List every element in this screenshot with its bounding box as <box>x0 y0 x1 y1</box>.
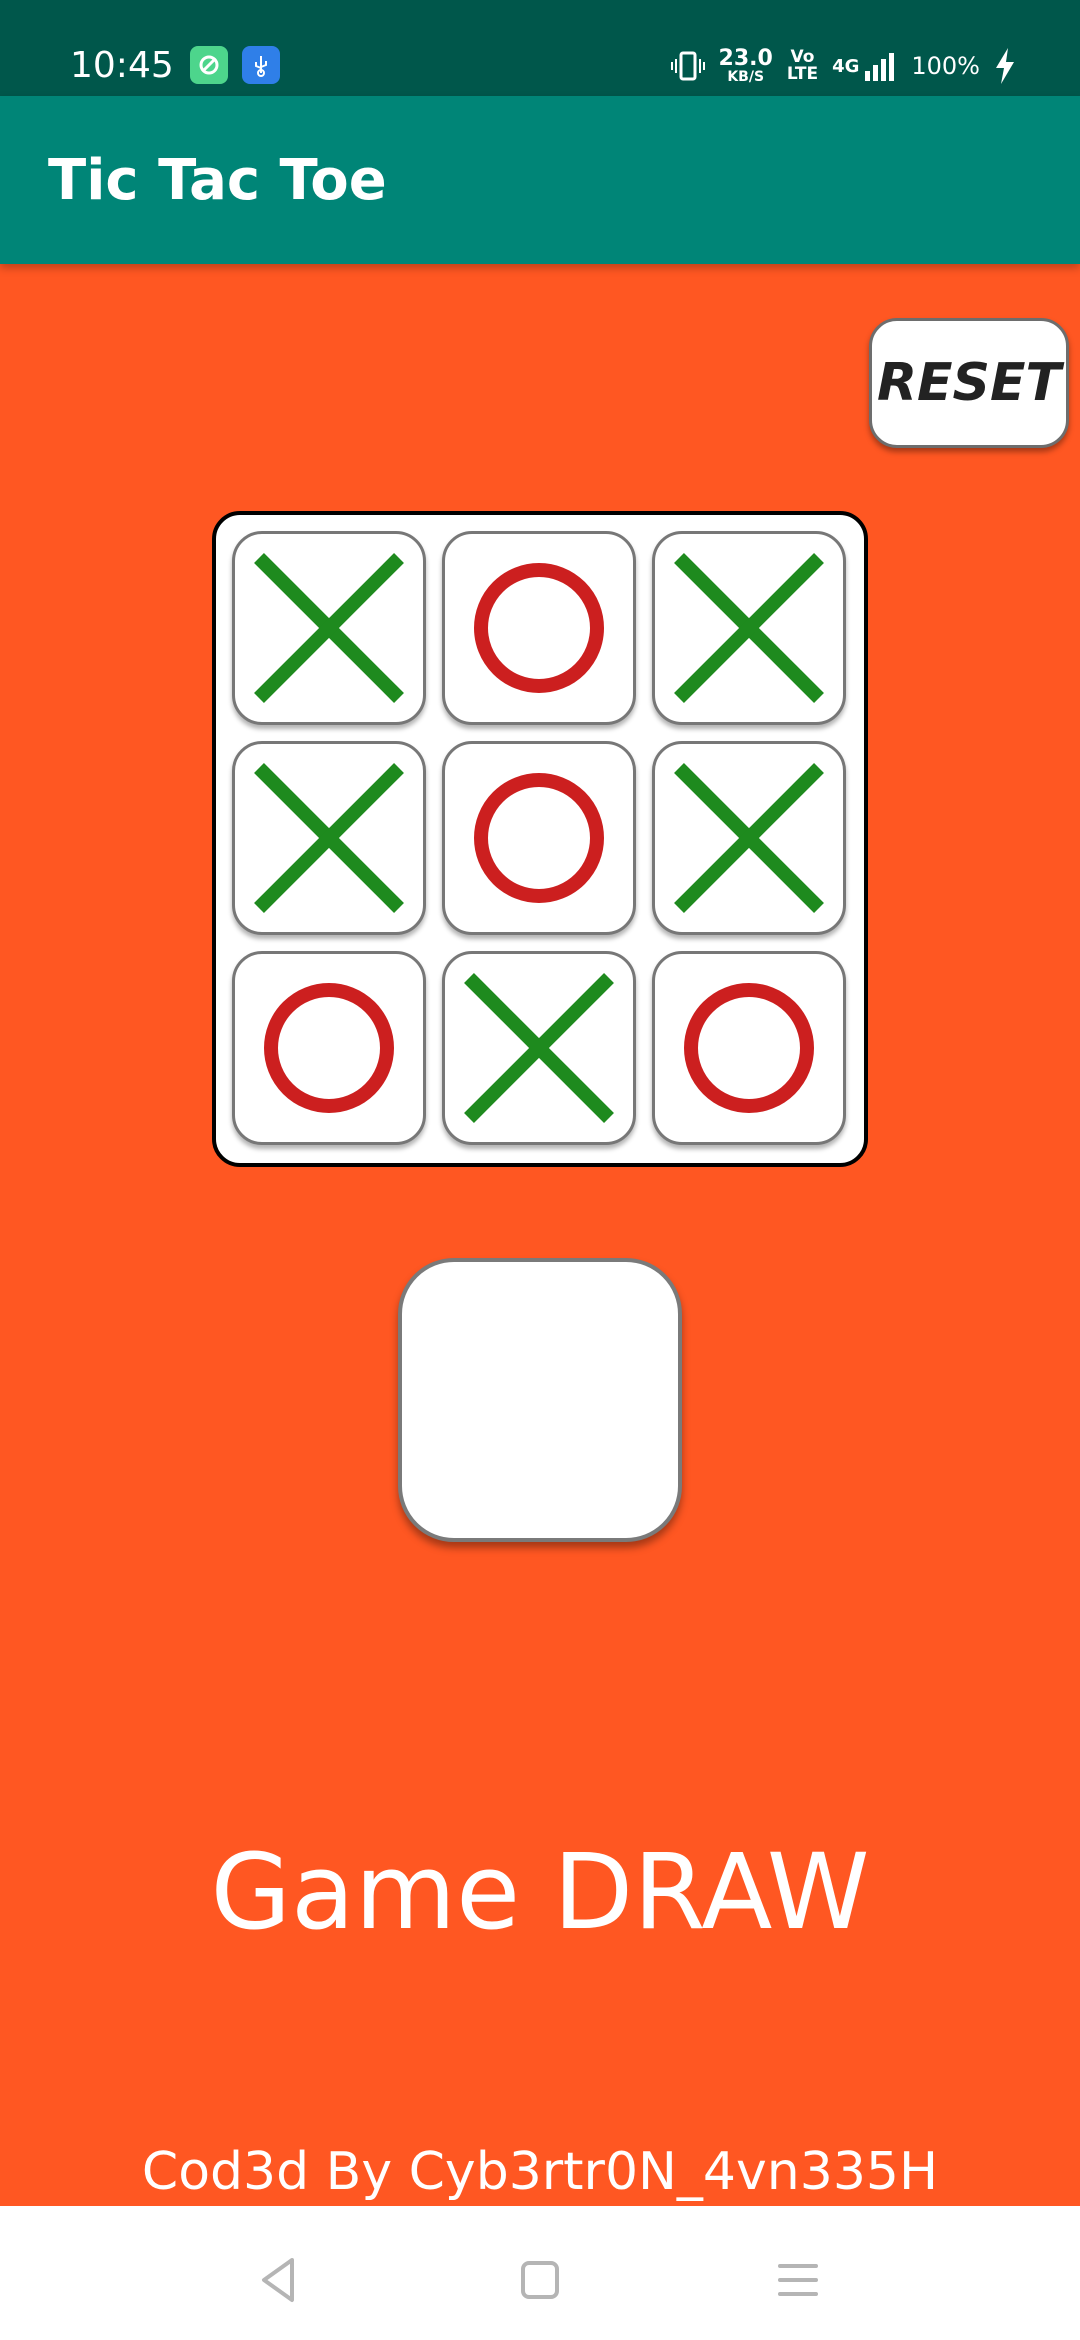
status-time: 10:45 <box>70 45 174 86</box>
speed-unit: KB/S <box>727 69 765 85</box>
app-title: Tic Tac Toe <box>48 148 387 213</box>
x-mark-icon <box>674 553 824 703</box>
o-mark-icon <box>474 773 604 903</box>
network-type: 4G <box>832 55 860 77</box>
board-cell-1[interactable] <box>232 531 426 725</box>
home-icon[interactable] <box>510 2250 570 2310</box>
network-indicator: 4G <box>832 51 897 81</box>
o-mark-icon <box>264 983 394 1113</box>
recents-icon[interactable] <box>768 2250 828 2310</box>
volte-bottom: LTE <box>786 64 819 84</box>
board-cell-7[interactable] <box>232 951 426 1145</box>
volte-indicator: Vo LTE <box>787 49 818 83</box>
x-mark-icon <box>254 763 404 913</box>
o-mark-icon <box>474 563 604 693</box>
turn-indicator <box>398 1258 682 1542</box>
charging-icon <box>996 48 1014 84</box>
reset-button[interactable]: RESET <box>869 318 1069 448</box>
x-mark-icon <box>674 763 824 913</box>
status-bar: 10:45 23.0 KB/S Vo LTE 4G 100% <box>0 0 1080 96</box>
back-icon[interactable] <box>250 2250 310 2310</box>
status-indicators: 23.0 KB/S Vo LTE 4G 100% <box>670 42 1016 90</box>
board-cell-9[interactable] <box>652 951 846 1145</box>
vpn-icon <box>190 46 228 84</box>
board-cell-8[interactable] <box>442 951 636 1145</box>
x-mark-icon <box>464 973 614 1123</box>
navigation-bar <box>0 2206 1080 2340</box>
board-cell-4[interactable] <box>232 741 426 935</box>
x-mark-icon <box>254 553 404 703</box>
vibrate-icon <box>670 51 705 81</box>
usb-icon <box>242 46 280 84</box>
board-cell-5[interactable] <box>442 741 636 935</box>
app-bar: Tic Tac Toe <box>0 96 1080 264</box>
board-cell-3[interactable] <box>652 531 846 725</box>
board-cell-2[interactable] <box>442 531 636 725</box>
credit-text: Cod3d By Cyb3rtr0N_4vn335H <box>141 2142 939 2202</box>
signal-icon <box>865 53 895 81</box>
battery-level: 100% <box>911 52 980 80</box>
board-cell-6[interactable] <box>652 741 846 935</box>
game-status: Game DRAW <box>210 1831 870 1953</box>
speed-value: 23.0 <box>718 46 773 71</box>
game-board <box>212 511 868 1167</box>
o-mark-icon <box>684 983 814 1113</box>
network-speed: 23.0 KB/S <box>718 46 773 85</box>
